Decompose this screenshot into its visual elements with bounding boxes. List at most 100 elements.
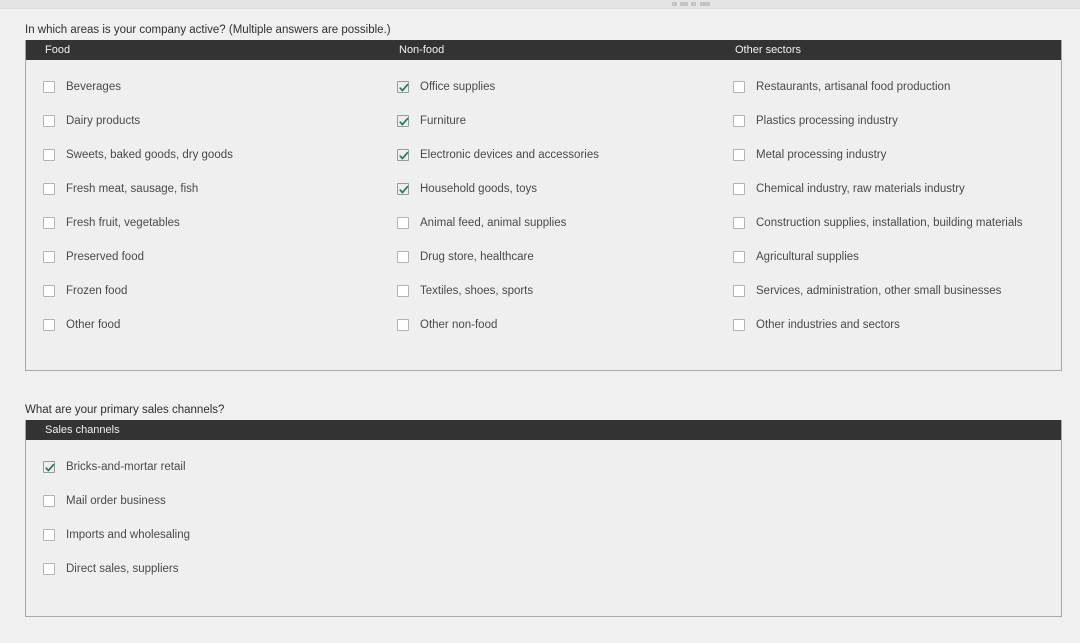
checkbox-unchecked-icon[interactable] bbox=[43, 81, 55, 93]
checkbox-label: Drug store, healthcare bbox=[420, 251, 534, 263]
checkbox-label: Textiles, shoes, sports bbox=[420, 285, 534, 297]
panel-header-sales-channels: Sales channels bbox=[26, 420, 1061, 440]
checkbox-label: Dairy products bbox=[66, 115, 141, 127]
checkbox-row[interactable]: Animal feed, animal supplies bbox=[380, 206, 716, 240]
checkbox-checked-icon[interactable] bbox=[397, 81, 409, 93]
checkbox-row[interactable]: Construction supplies, installation, bui… bbox=[716, 206, 1061, 240]
checkbox-row[interactable]: Chemical industry, raw materials industr… bbox=[716, 172, 1061, 206]
checkbox-row[interactable]: Mail order business bbox=[26, 484, 1061, 518]
column-header-sales-channels: Sales channels bbox=[45, 424, 120, 436]
checkbox-row[interactable]: Furniture bbox=[380, 104, 716, 138]
checkbox-row[interactable]: Bricks-and-mortar retail bbox=[26, 450, 1061, 484]
checkbox-unchecked-icon[interactable] bbox=[397, 217, 409, 229]
checkbox-row[interactable]: Textiles, shoes, sports bbox=[380, 274, 716, 308]
checkbox-label: Beverages bbox=[66, 81, 121, 93]
column-header-non-food: Non-food bbox=[399, 44, 445, 56]
checkbox-label: Household goods, toys bbox=[420, 183, 537, 195]
checkbox-label: Mail order business bbox=[66, 495, 166, 507]
checkbox-unchecked-icon[interactable] bbox=[397, 319, 409, 331]
checkbox-label: Services, administration, other small bu… bbox=[756, 285, 1002, 297]
checkbox-checked-icon[interactable] bbox=[397, 115, 409, 127]
checkbox-row[interactable]: Preserved food bbox=[26, 240, 380, 274]
checkbox-label: Bricks-and-mortar retail bbox=[66, 461, 186, 473]
checkbox-row[interactable]: Frozen food bbox=[26, 274, 380, 308]
checkbox-unchecked-icon[interactable] bbox=[43, 285, 55, 297]
checkbox-row[interactable]: Other non-food bbox=[380, 308, 716, 342]
checkbox-label: Electronic devices and accessories bbox=[420, 149, 599, 161]
checkbox-row[interactable]: Dairy products bbox=[26, 104, 380, 138]
checkbox-label: Direct sales, suppliers bbox=[66, 563, 179, 575]
checkbox-label: Preserved food bbox=[66, 251, 144, 263]
checkbox-unchecked-icon[interactable] bbox=[43, 563, 55, 575]
checkbox-row[interactable]: Other food bbox=[26, 308, 380, 342]
checkbox-unchecked-icon[interactable] bbox=[733, 319, 745, 331]
checkbox-row[interactable]: Electronic devices and accessories bbox=[380, 138, 716, 172]
checkbox-row[interactable]: Direct sales, suppliers bbox=[26, 552, 1061, 586]
checkbox-row[interactable]: Restaurants, artisanal food production bbox=[716, 70, 1061, 104]
checkbox-label: Construction supplies, installation, bui… bbox=[756, 217, 1023, 229]
checkbox-row[interactable]: Drug store, healthcare bbox=[380, 240, 716, 274]
checkbox-label: Chemical industry, raw materials industr… bbox=[756, 183, 965, 195]
checkbox-label: Metal processing industry bbox=[756, 149, 887, 161]
checkbox-row[interactable]: Agricultural supplies bbox=[716, 240, 1061, 274]
checkbox-row[interactable]: Services, administration, other small bu… bbox=[716, 274, 1061, 308]
checkbox-unchecked-icon[interactable] bbox=[733, 81, 745, 93]
checkbox-label: Sweets, baked goods, dry goods bbox=[66, 149, 233, 161]
checkbox-label: Restaurants, artisanal food production bbox=[756, 81, 951, 93]
checkbox-unchecked-icon[interactable] bbox=[43, 529, 55, 541]
checkbox-label: Other food bbox=[66, 319, 121, 331]
checkbox-row[interactable]: Fresh meat, sausage, fish bbox=[26, 172, 380, 206]
checkbox-unchecked-icon[interactable] bbox=[43, 115, 55, 127]
truncated-toolbar-text bbox=[672, 2, 710, 6]
checkbox-unchecked-icon[interactable] bbox=[397, 251, 409, 263]
checkbox-label: Plastics processing industry bbox=[756, 115, 898, 127]
column-non-food: Office supplies Furniture Electronic devic… bbox=[380, 70, 716, 342]
checkbox-row[interactable]: Other industries and sectors bbox=[716, 308, 1061, 342]
checkbox-label: Office supplies bbox=[420, 81, 496, 93]
column-other-sectors: Restaurants, artisanal food production Pl… bbox=[716, 70, 1061, 342]
panel-body-sales-channels: Bricks-and-mortar retail Mail order busin… bbox=[26, 440, 1061, 586]
checkbox-unchecked-icon[interactable] bbox=[733, 251, 745, 263]
column-header-other-sectors: Other sectors bbox=[735, 44, 802, 56]
checkbox-row[interactable]: Plastics processing industry bbox=[716, 104, 1061, 138]
checkbox-unchecked-icon[interactable] bbox=[43, 183, 55, 195]
checkbox-unchecked-icon[interactable] bbox=[43, 495, 55, 507]
checkbox-unchecked-icon[interactable] bbox=[733, 149, 745, 161]
section-sales-channels: What are your primary sales channels? Sa… bbox=[25, 403, 1062, 617]
survey-page: In which areas is your company active? (… bbox=[0, 0, 1080, 643]
checkbox-unchecked-icon[interactable] bbox=[733, 115, 745, 127]
checkbox-label: Fresh meat, sausage, fish bbox=[66, 183, 199, 195]
checkbox-row[interactable]: Fresh fruit, vegetables bbox=[26, 206, 380, 240]
checkbox-unchecked-icon[interactable] bbox=[733, 183, 745, 195]
checkbox-row[interactable]: Sweets, baked goods, dry goods bbox=[26, 138, 380, 172]
checkbox-checked-icon[interactable] bbox=[397, 149, 409, 161]
column-sales-channels: Bricks-and-mortar retail Mail order busin… bbox=[26, 450, 1061, 586]
checkbox-row[interactable]: Metal processing industry bbox=[716, 138, 1061, 172]
checkbox-label: Other non-food bbox=[420, 319, 498, 331]
checkbox-row[interactable]: Household goods, toys bbox=[380, 172, 716, 206]
checkbox-row[interactable]: Beverages bbox=[26, 70, 380, 104]
checkbox-unchecked-icon[interactable] bbox=[43, 217, 55, 229]
column-header-food: Food bbox=[45, 44, 71, 56]
section-business-areas: In which areas is your company active? (… bbox=[25, 23, 1062, 371]
checkbox-label: Frozen food bbox=[66, 285, 128, 297]
checkbox-unchecked-icon[interactable] bbox=[43, 319, 55, 331]
checkbox-row[interactable]: Office supplies bbox=[380, 70, 716, 104]
checkbox-label: Fresh fruit, vegetables bbox=[66, 217, 180, 229]
checkbox-unchecked-icon[interactable] bbox=[43, 251, 55, 263]
checkbox-checked-icon[interactable] bbox=[43, 461, 55, 473]
checkbox-label: Agricultural supplies bbox=[756, 251, 859, 263]
question-label-channels: What are your primary sales channels? bbox=[25, 404, 225, 416]
checkbox-row[interactable]: Imports and wholesaling bbox=[26, 518, 1061, 552]
panel-business-areas: Food Non-food Other sectors Beverages Dai… bbox=[25, 40, 1062, 371]
panel-body-business-areas: Beverages Dairy products Sweets, baked goo… bbox=[26, 60, 1061, 342]
checkbox-unchecked-icon[interactable] bbox=[43, 149, 55, 161]
checkbox-checked-icon[interactable] bbox=[397, 183, 409, 195]
panel-sales-channels: Sales channels Bricks-and-mortar retail M… bbox=[25, 420, 1062, 617]
checkbox-label: Other industries and sectors bbox=[756, 319, 900, 331]
checkbox-unchecked-icon[interactable] bbox=[397, 285, 409, 297]
checkbox-label: Furniture bbox=[420, 115, 467, 127]
checkbox-unchecked-icon[interactable] bbox=[733, 217, 745, 229]
checkbox-unchecked-icon[interactable] bbox=[733, 285, 745, 297]
checkbox-label: Animal feed, animal supplies bbox=[420, 217, 567, 229]
